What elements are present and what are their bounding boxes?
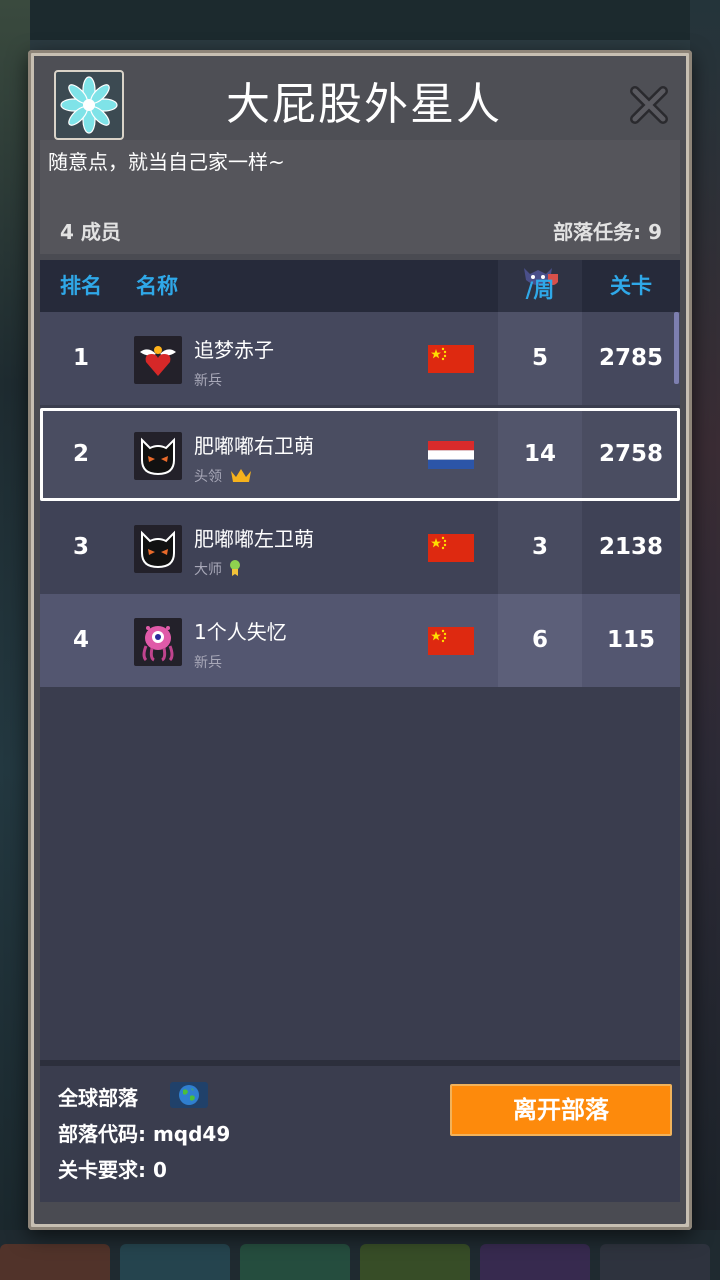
china-flag-icon [428,534,474,562]
leave-tribe-button[interactable]: 离开部落 [450,1084,672,1136]
global-tribe-label: 全球部落 [58,1086,138,1110]
player-role-text: 大师 [194,562,222,578]
player-name: 1个人失忆 [194,620,287,644]
tribe-description: 随意点，就当自己家一样~ [48,150,285,174]
column-header-rank[interactable]: 排名 [40,260,122,312]
tribe-name: 大屁股外星人 [226,79,502,130]
column-header-name[interactable]: 名称 [136,260,178,312]
week-header-label: /周 [525,278,555,302]
stage-requirement: 关卡要求: 0 [58,1158,167,1182]
stage-level: 2785 [598,345,663,371]
tribe-emblem-flower-icon [54,70,124,140]
rank: 3 [72,534,89,560]
stage-level: 115 [606,627,655,653]
tribe-task-count: 部落任务: 9 [553,220,662,244]
player-role: 新兵 [194,373,222,389]
column-header-week[interactable]: /周 [498,260,582,312]
tribe-footer: 全球部落 部落代码: mqd49 关卡要求: 0 离开部落 [40,1060,680,1202]
column-header-stage[interactable]: 关卡 [582,260,680,312]
player-name: 肥嘟嘟左卫萌 [194,527,314,551]
bottom-tab [120,1244,230,1280]
table-header: 排名 名称 /周 关卡 [40,260,680,312]
bottom-tab [0,1244,110,1280]
bottom-tab [360,1244,470,1280]
bottom-tab [480,1244,590,1280]
member-table: 排名 名称 /周 关卡 1 追梦赤子 新兵 5 2785 2 肥嘟嘟右卫萌 头领… [40,260,680,1060]
table-row[interactable]: 3 肥嘟嘟左卫萌 大师 3 2138 [40,501,680,594]
weekly-score: 6 [531,627,548,653]
china-flag-icon [428,345,474,373]
stage-level: 2138 [598,534,663,560]
player-role: 大师 [194,559,242,579]
tribe-dialog: 大屁股外星人 随意点，就当自己家一样~ 4 成员 部落任务: 9 排名 名称 /… [28,50,692,1230]
avatar-winged-heart-icon [134,336,182,384]
game-background-top [0,0,720,40]
globe-icon [170,1082,208,1108]
bottom-tab [240,1244,350,1280]
game-background-right [690,0,720,1280]
weekly-score: 5 [531,345,548,371]
table-scrollbar[interactable] [674,312,679,384]
table-row[interactable]: 4 1个人失忆 新兵 6 115 [40,594,680,687]
rank: 1 [72,345,89,371]
current-player-highlight [40,408,680,501]
medal-icon [230,560,241,576]
avatar-pink-monster-icon [134,618,182,666]
bottom-tab [600,1244,710,1280]
dialog-header: 大屁股外星人 [34,56,686,140]
china-flag-icon [428,627,474,655]
close-icon[interactable] [626,82,672,128]
game-background-left [0,0,30,1280]
weekly-score: 3 [531,534,548,560]
rank: 4 [72,627,89,653]
avatar-black-cat-icon [134,525,182,573]
game-bottom-bar [0,1230,720,1280]
table-row[interactable]: 1 追梦赤子 新兵 5 2785 [40,312,680,405]
player-name: 追梦赤子 [194,338,274,362]
member-count: 4 成员 [60,220,121,244]
tribe-code: 部落代码: mqd49 [58,1122,231,1146]
table-row-highlighted[interactable]: 2 肥嘟嘟右卫萌 头领 14 2758 [40,408,680,501]
player-role: 新兵 [194,655,222,671]
